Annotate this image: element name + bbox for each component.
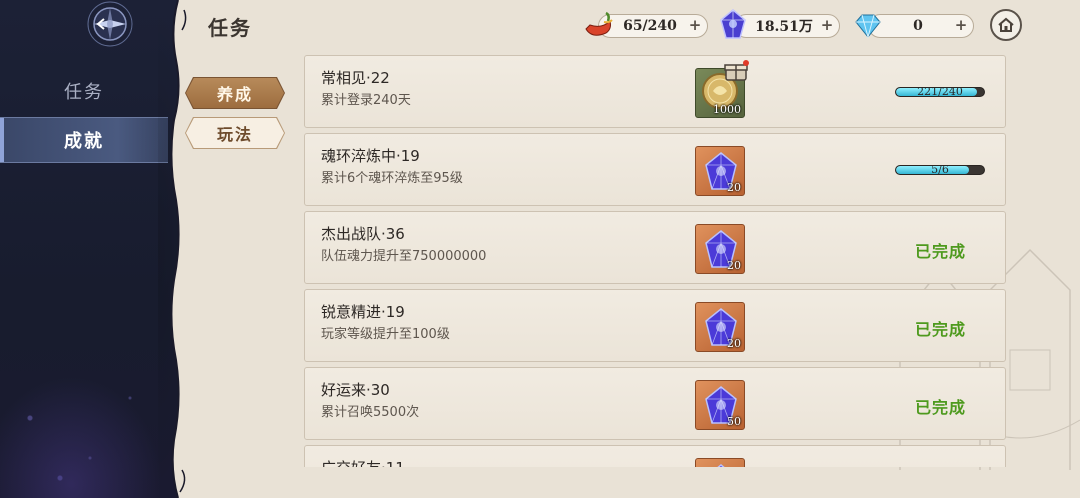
achievement-row: 常相见·22 累计登录240天 1000 221/240 <box>304 55 1006 128</box>
soul-crystal-resource-bar: 18.51万 + <box>734 14 840 38</box>
progress-text: 221/240 <box>917 87 963 97</box>
add-stamina-button[interactable]: + <box>687 18 703 34</box>
completed-label: 已完成 <box>915 398 967 417</box>
sidebar-item-tasks[interactable]: 任务 <box>0 68 168 114</box>
chili-pepper-icon <box>585 11 613 36</box>
gift-icon[interactable] <box>723 60 749 82</box>
reward-item[interactable]: 20 <box>695 146 745 196</box>
reward-quantity: 20 <box>727 337 741 350</box>
achievement-list[interactable]: 常相见·22 累计登录240天 1000 221/240 魂环淬炼中·19 累计… <box>304 55 1008 467</box>
sidebar-item-achievements[interactable]: 成就 <box>0 117 168 163</box>
achievement-name: 常相见·22 <box>321 69 390 87</box>
reward-quantity: 50 <box>727 415 741 428</box>
sidebar-sparkles <box>0 358 178 498</box>
sidebar-item-label: 成就 <box>64 131 104 152</box>
reward-item[interactable]: 20 <box>695 302 745 352</box>
achievement-name: 杰出战队·36 <box>321 225 405 243</box>
achievement-row: 锐意精进·19 玩家等级提升至100级 20 已完成 <box>304 289 1006 362</box>
reward-quantity: 20 <box>727 181 741 194</box>
progress-bar: 221/240 <box>895 87 985 97</box>
add-diamond-button[interactable]: + <box>953 18 969 34</box>
completed-label: 已完成 <box>915 320 967 339</box>
achievement-name: 魂环淬炼中·19 <box>321 147 420 165</box>
reward-item[interactable] <box>695 458 745 467</box>
sidebar: 任务 成就 <box>0 0 178 498</box>
achievement-desc: 玩家等级提升至100级 <box>321 327 450 342</box>
achievement-row: 杰出战队·36 队伍魂力提升至750000000 20 已完成 <box>304 211 1006 284</box>
category-tab-label: 玩法 <box>216 125 253 144</box>
achievement-name: 好运来·30 <box>321 381 390 399</box>
achievement-desc: 累计召唤5500次 <box>321 405 420 420</box>
progress-text: 5/6 <box>931 165 949 175</box>
reward-quantity: 1000 <box>713 103 741 116</box>
purple-crystal-icon <box>717 464 725 467</box>
achievement-name: 锐意精进·19 <box>321 303 405 321</box>
achievement-desc: 累计6个魂环淬炼至95级 <box>321 171 463 186</box>
compass-emblem-icon <box>87 1 133 47</box>
achievement-row: 广交好友·11 <box>304 445 1006 467</box>
category-tab-label: 养成 <box>216 85 253 104</box>
home-button[interactable] <box>990 9 1022 41</box>
paper-edge-decoration <box>170 0 190 498</box>
home-icon <box>998 17 1014 32</box>
reward-quantity: 20 <box>727 259 741 272</box>
completed-label: 已完成 <box>915 242 967 261</box>
achievement-desc: 累计登录240天 <box>321 93 411 108</box>
reward-item[interactable]: 20 <box>695 224 745 274</box>
achievement-desc: 队伍魂力提升至750000000 <box>321 249 487 264</box>
blue-diamond-icon <box>855 14 881 39</box>
achievement-name: 广交好友·11 <box>321 457 405 467</box>
achievement-row: 好运来·30 累计召唤5500次 50 已完成 <box>304 367 1006 440</box>
page-title: 任务 <box>208 16 252 40</box>
add-soul-crystal-button[interactable]: + <box>819 18 835 34</box>
progress-bar: 5/6 <box>895 165 985 175</box>
achievement-row: 魂环淬炼中·19 累计6个魂环淬炼至95级 20 5/6 <box>304 133 1006 206</box>
sidebar-item-label: 任务 <box>64 82 104 103</box>
category-tab-cultivation[interactable]: 养成 <box>186 78 284 108</box>
reward-item[interactable]: 50 <box>695 380 745 430</box>
soul-crystal-icon <box>720 9 746 39</box>
category-tab-gameplay[interactable]: 玩法 <box>186 118 284 148</box>
